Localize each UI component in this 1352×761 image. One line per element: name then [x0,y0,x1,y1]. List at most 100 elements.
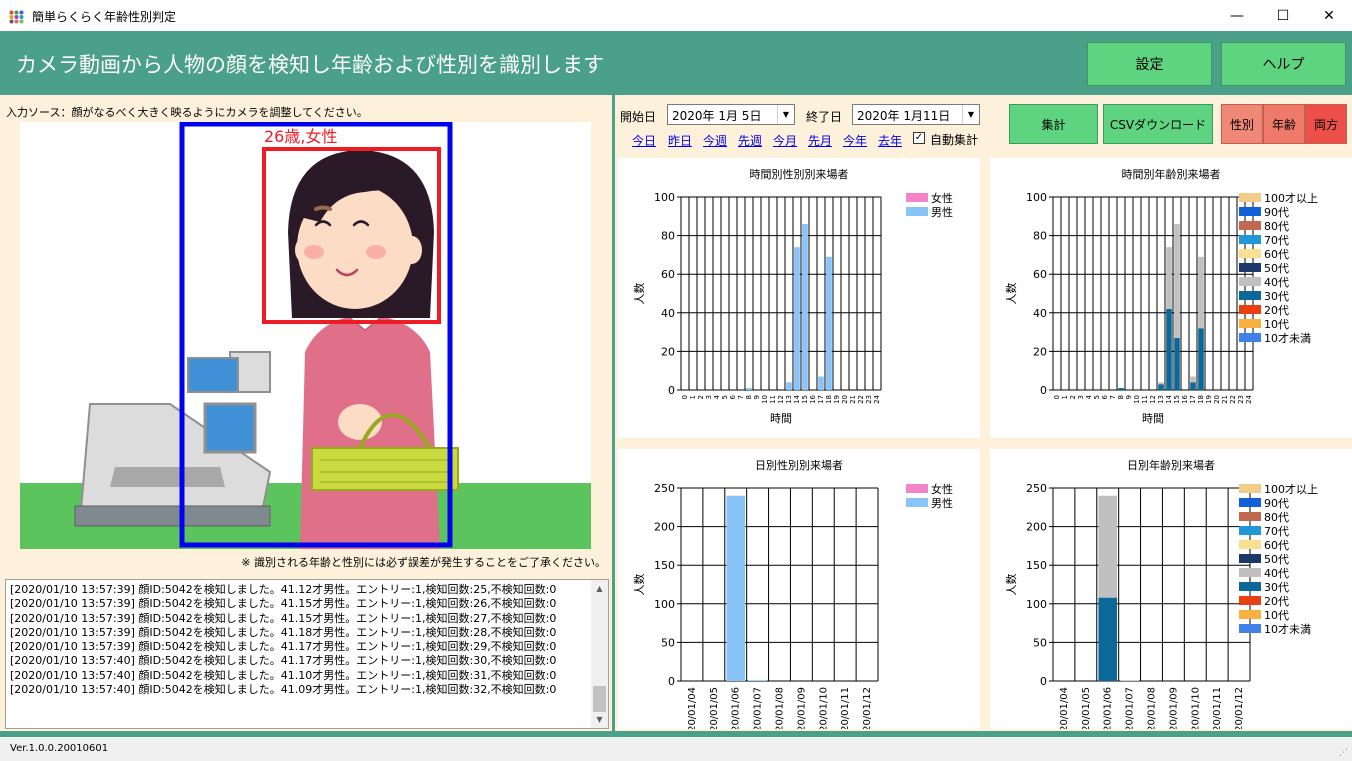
chevron-down-icon[interactable]: ▼ [962,105,979,124]
link-last-week[interactable]: 先週 [738,132,762,149]
y-tick-label: 40 [661,307,675,320]
resize-grip-icon[interactable]: ⋰ [1339,748,1348,758]
x-tick-label: 3 [1077,395,1085,399]
x-tick-label: 18 [825,395,833,404]
camera-view: 26歳,女性 [20,122,591,549]
y-tick-label: 50 [1033,636,1047,649]
bar [746,388,752,390]
y-tick-label: 80 [661,230,675,243]
legend-label: 70代 [1264,525,1289,538]
maximize-button[interactable]: ☐ [1260,0,1306,31]
close-icon: ✕ [1323,7,1335,24]
legend-label: 100才以上 [1264,191,1318,205]
help-button[interactable]: ヘルプ [1221,42,1346,86]
link-this-year[interactable]: 今年 [843,132,867,149]
y-axis-title: 人数 [633,574,646,596]
log-scroll-thumb[interactable] [593,686,606,712]
legend-label: 男性 [931,496,953,510]
legend-label: 90代 [1264,497,1289,510]
link-yesterday[interactable]: 昨日 [668,132,692,149]
x-tick-label: 4 [713,394,721,399]
age-button[interactable]: 年齢 [1263,104,1305,144]
gender-button[interactable]: 性別 [1221,104,1263,144]
x-tick-label: 2020/01/12 [1234,687,1245,729]
scroll-up-icon[interactable]: ▲ [591,580,608,597]
aggregate-button[interactable]: 集計 [1009,104,1098,144]
y-tick-label: 250 [654,482,675,495]
bar [1158,384,1164,390]
x-tick-label: 21 [849,395,857,404]
x-tick-label: 2020/01/11 [1212,687,1223,729]
bar [1190,376,1196,383]
x-tick-label: 20 [841,395,849,404]
x-tick-label: 1 [1061,395,1069,399]
version-label: Ver.1.0.0.20010601 [10,743,109,754]
y-axis-title: 人数 [633,283,646,305]
legend-swatch [1239,193,1261,202]
legend-label: 90代 [1264,206,1289,219]
legend-swatch [1239,582,1261,591]
link-last-month[interactable]: 先月 [808,132,832,149]
y-tick-label: 100 [654,598,675,611]
legend-swatch [1239,498,1261,507]
legend-swatch [1239,277,1261,286]
x-tick-label: 22 [1229,395,1237,404]
legend-swatch [906,207,928,216]
link-this-month[interactable]: 今月 [773,132,797,149]
settings-button[interactable]: 設定 [1087,42,1212,86]
camera-pane: 入力ソース：顔がなるべく大きく映るようにカメラを調整してください。 26歳,女性… [0,95,612,731]
auto-aggregate-checkbox[interactable]: ✓ [913,132,925,144]
link-today[interactable]: 今日 [632,132,656,149]
y-tick-label: 100 [1026,598,1047,611]
stats-pane: 開始日 2020年 1月 5日 ▼ 終了日 2020年 1月11日 ▼ 今日 昨… [615,95,1352,731]
y-tick-label: 60 [661,268,675,281]
x-tick-label: 0 [1053,395,1061,399]
x-tick-label: 2020/01/10 [818,687,829,729]
x-tick-label: 23 [1237,395,1245,404]
x-tick-label: 2020/01/12 [862,687,873,729]
bar [1098,495,1118,598]
x-tick-label: 23 [865,395,873,404]
maximize-icon: ☐ [1276,7,1290,24]
x-tick-label: 6 [729,394,737,399]
legend-label: 30代 [1264,581,1289,594]
detection-log[interactable]: [2020/01/10 13:57:39] 顔ID:5042を検知しました。41… [5,579,609,729]
x-tick-label: 2020/01/09 [1168,687,1179,729]
y-tick-label: 100 [1026,191,1047,204]
page-title: カメラ動画から人物の顔を検知し年齢および性別を識別します [16,53,604,77]
chart-hourly-gender: 時間別性別別来場者 0 20 40 60 80 100 0 1 2 3 4 5 6 7 8 9 10 11 12 13… [618,158,980,438]
legend-swatch [1239,263,1261,272]
link-this-week[interactable]: 今週 [703,132,727,149]
end-date-picker[interactable]: 2020年 1月11日 ▼ [852,104,980,125]
x-tick-label: 13 [785,395,793,404]
app-window: 簡単らくらく年齢性別判定 — ☐ ✕ カメラ動画から人物の顔を検知し年齢および性… [0,0,1352,761]
start-date-picker[interactable]: 2020年 1月 5日 ▼ [667,104,795,125]
legend-label: 80代 [1264,220,1289,233]
legend-swatch [1239,568,1261,577]
legend-swatch [906,498,928,507]
x-tick-label: 10 [1133,395,1141,404]
y-tick-label: 0 [668,675,675,688]
y-tick-label: 60 [1033,268,1047,281]
scroll-down-icon[interactable]: ▼ [591,711,608,728]
legend-label: 60代 [1264,248,1289,261]
start-date-label: 開始日 [620,110,657,124]
log-scrollbar[interactable]: ▲ ▼ [591,580,608,728]
bar [1158,382,1164,385]
legend-swatch [1239,221,1261,230]
csv-download-button[interactable]: CSVダウンロード [1103,104,1213,144]
bar [1174,337,1180,390]
bar [1190,382,1196,390]
legend-swatch [1239,610,1261,619]
camera-frame-illustration: 26歳,女性 [20,122,591,549]
minimize-button[interactable]: — [1214,0,1260,31]
chevron-down-icon[interactable]: ▼ [777,105,794,124]
legend-swatch [1239,624,1261,633]
close-button[interactable]: ✕ [1306,0,1352,31]
link-last-year[interactable]: 去年 [878,132,902,149]
both-button[interactable]: 両方 [1305,104,1347,144]
start-date-value: 2020年 1月 5日 [672,109,762,123]
x-tick-label: 19 [833,395,841,404]
x-tick-label: 4 [1085,394,1093,399]
bar [1120,680,1139,681]
